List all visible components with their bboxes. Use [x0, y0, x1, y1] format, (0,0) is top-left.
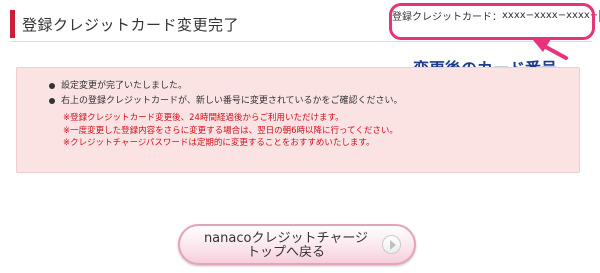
message-panel: 設定変更が完了いたしました。 右上の登録クレジットカードが、新しい番号に変更され… [16, 67, 580, 173]
message-bullets: 設定変更が完了いたしました。 右上の登録クレジットカードが、新しい番号に変更され… [49, 79, 403, 109]
note-item: ※クレジットチャージパスワードは定期的に変更することをおすすめいたします。 [63, 138, 375, 148]
note-item: ※登録クレジットカード変更後、24時間経過後からご利用いただけます。 [63, 113, 344, 123]
back-to-top-button[interactable]: nanacoクレジットチャージ トップへ戻る [178, 224, 416, 265]
message-bullet: 右上の登録クレジットカードが、新しい番号に変更されているかをご確認ください。 [49, 94, 403, 109]
header-divider [10, 41, 592, 42]
card-highlight-box [389, 3, 595, 40]
back-button-label: nanacoクレジットチャージ トップへ戻る [203, 231, 369, 260]
page-title: 登録クレジットカード変更完了 [22, 16, 240, 34]
note-item: ※一度変更した登録内容をさらに変更する場合は、翌日の朝6時以降に行ってください。 [63, 125, 398, 136]
header-accent-bar [10, 10, 15, 38]
play-triangle-icon [382, 235, 401, 254]
message-bullet: 設定変更が完了いたしました。 [49, 79, 403, 94]
message-notes: ※登録クレジットカード変更後、24時間経過後からご利用いただけます。 ※一度変更… [63, 112, 398, 150]
